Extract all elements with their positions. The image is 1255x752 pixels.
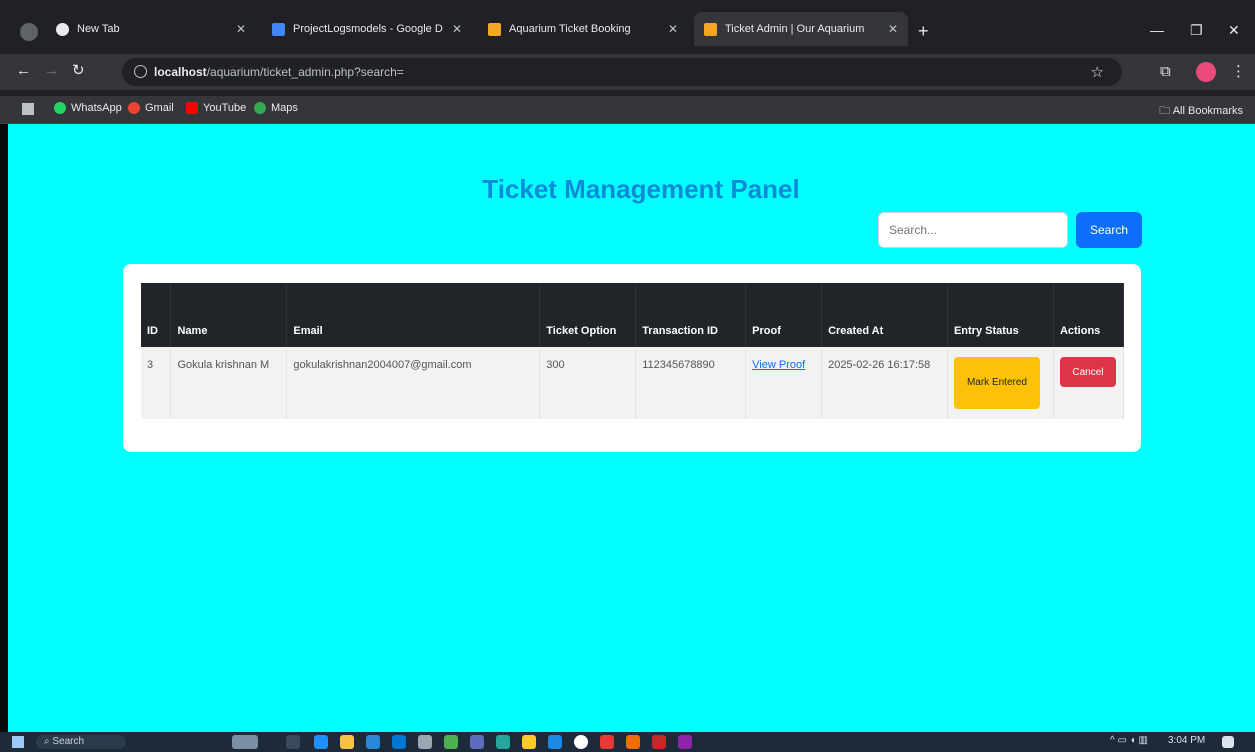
col-id-header: ID: [141, 283, 172, 347]
search-button[interactable]: Search: [1076, 212, 1142, 248]
col-actions-header: Actions: [1053, 283, 1125, 347]
cell-created-at: 2025-02-26 16:17:58: [821, 347, 948, 419]
tab-new-tab[interactable]: New Tab ✕: [46, 12, 256, 46]
close-icon[interactable]: ✕: [236, 22, 246, 36]
col-ticket-option-header: Ticket Option: [539, 283, 637, 347]
new-tab-icon[interactable]: +: [918, 22, 929, 40]
app-icon[interactable]: [444, 735, 458, 749]
task-view-icon[interactable]: [286, 735, 300, 749]
app-icon[interactable]: [418, 735, 432, 749]
tab-title: New Tab: [77, 23, 120, 35]
taskbar-clock[interactable]: 3:04 PM: [1168, 735, 1205, 746]
col-entry-status-header: Entry Status: [947, 283, 1054, 347]
tab-title: Aquarium Ticket Booking: [509, 23, 631, 35]
bookmark-youtube[interactable]: YouTube: [186, 102, 246, 114]
bookmark-gmail[interactable]: Gmail: [128, 102, 174, 114]
page-title: Ticket Management Panel: [482, 174, 800, 204]
col-created-at-header: Created At: [821, 283, 948, 347]
window-close-icon[interactable]: ✕: [1228, 22, 1240, 39]
widgets-icon[interactable]: [232, 735, 258, 749]
tickets-card: ID Name Email Ticket Option Transaction …: [123, 264, 1141, 452]
taskbar-search[interactable]: ⌕ Search: [36, 735, 126, 749]
col-email-header: Email: [286, 283, 541, 347]
address-bar[interactable]: localhost/aquarium/ticket_admin.php?sear…: [122, 58, 1122, 86]
tab-ticket-admin[interactable]: Ticket Admin | Our Aquarium ✕: [694, 12, 908, 46]
cell-transaction-id: 112345678890: [635, 347, 747, 419]
store-icon[interactable]: [392, 735, 406, 749]
file-explorer-icon[interactable]: [340, 735, 354, 749]
col-name-header: Name: [170, 283, 288, 347]
app-icon[interactable]: [470, 735, 484, 749]
docs-icon: [272, 22, 285, 36]
close-icon[interactable]: ✕: [668, 22, 678, 36]
vscode-icon[interactable]: [366, 735, 380, 749]
tab-title: Ticket Admin | Our Aquarium: [725, 23, 865, 35]
chrome-icon: [56, 22, 69, 36]
notification-icon[interactable]: [1222, 736, 1234, 748]
forward-icon[interactable]: →: [44, 63, 59, 79]
app-icon[interactable]: [548, 735, 562, 749]
chrome-icon[interactable]: [574, 735, 588, 749]
bookmark-whatsapp[interactable]: WhatsApp: [54, 102, 122, 114]
site-favicon-icon: [704, 22, 717, 36]
gmail-icon: [128, 102, 140, 114]
browser-toolbar: ← → ↻ localhost/aquarium/ticket_admin.ph…: [0, 54, 1255, 90]
bookmark-star-icon[interactable]: ☆: [1091, 63, 1104, 81]
edge-icon[interactable]: [314, 735, 328, 749]
tickets-table: ID Name Email Ticket Option Transaction …: [141, 283, 1125, 419]
app-icon[interactable]: [522, 735, 536, 749]
col-transaction-id-header: Transaction ID: [635, 283, 747, 347]
table-header-row: ID Name Email Ticket Option Transaction …: [141, 283, 1125, 347]
reload-icon[interactable]: ↻: [72, 63, 85, 79]
app-icon[interactable]: [652, 735, 666, 749]
menu-kebab-icon[interactable]: ⋮: [1231, 62, 1246, 80]
cell-proof: View Proof: [745, 347, 823, 419]
youtube-icon: [186, 102, 198, 114]
tray-icons[interactable]: ^ ▭ ◖ ▥: [1110, 735, 1148, 746]
minimize-icon[interactable]: —: [1150, 22, 1164, 38]
app-icon[interactable]: [678, 735, 692, 749]
windows-taskbar: ⌕ Search ^ ▭ ◖ ▥ 3:04 PM: [0, 732, 1255, 752]
close-icon[interactable]: ✕: [452, 22, 462, 36]
restore-icon[interactable]: ❐: [1190, 22, 1203, 39]
apps-icon[interactable]: [22, 103, 34, 115]
cell-ticket-option: 300: [539, 347, 637, 419]
view-proof-link[interactable]: View Proof: [752, 359, 805, 371]
browser-chrome: New Tab ✕ ProjectLogsmodels - Google D ✕…: [0, 0, 1255, 124]
search-input[interactable]: [878, 212, 1068, 248]
close-icon[interactable]: ✕: [888, 22, 898, 36]
bookmark-maps[interactable]: Maps: [254, 102, 298, 114]
table-row: 3 Gokula krishnan M gokulakrishnan200400…: [141, 347, 1125, 419]
url-text: localhost/aquarium/ticket_admin.php?sear…: [154, 65, 404, 79]
app-icon[interactable]: [626, 735, 640, 749]
tab-google-docs[interactable]: ProjectLogsmodels - Google D ✕: [262, 12, 472, 46]
col-proof-header: Proof: [745, 283, 823, 347]
site-info-icon[interactable]: [134, 65, 147, 78]
all-bookmarks[interactable]: 🗀 All Bookmarks: [1159, 102, 1243, 121]
back-icon[interactable]: ←: [16, 63, 31, 79]
cell-email: gokulakrishnan2004007@gmail.com: [286, 347, 541, 419]
maps-icon: [254, 102, 266, 114]
whatsapp-icon: [54, 102, 66, 114]
site-favicon-icon: [488, 22, 501, 36]
tab-strip: New Tab ✕ ProjectLogsmodels - Google D ✕…: [0, 8, 1255, 46]
bookmarks-bar: WhatsApp Gmail YouTube Maps 🗀 All Bookma…: [0, 96, 1255, 124]
cell-id: 3: [141, 347, 172, 419]
app-icon[interactable]: [600, 735, 614, 749]
cell-entry-status: Mark Entered: [947, 347, 1054, 419]
tab-title: ProjectLogsmodels - Google D: [293, 23, 443, 35]
cell-actions: Cancel: [1053, 347, 1125, 419]
app-icon[interactable]: [496, 735, 510, 749]
tab-search-icon[interactable]: [20, 23, 38, 41]
extensions-icon[interactable]: ⧉: [1160, 63, 1171, 80]
page-viewport: Ticket Management Panel Search ID Name E…: [8, 124, 1255, 732]
cancel-button[interactable]: Cancel: [1059, 357, 1116, 387]
windows-start-icon[interactable]: [12, 736, 24, 748]
mark-entered-button[interactable]: Mark Entered: [953, 357, 1040, 409]
profile-avatar[interactable]: [1196, 62, 1216, 82]
cell-name: Gokula krishnan M: [170, 347, 288, 419]
tab-ticket-booking[interactable]: Aquarium Ticket Booking ✕: [478, 12, 688, 46]
folder-icon: 🗀: [1159, 105, 1173, 117]
